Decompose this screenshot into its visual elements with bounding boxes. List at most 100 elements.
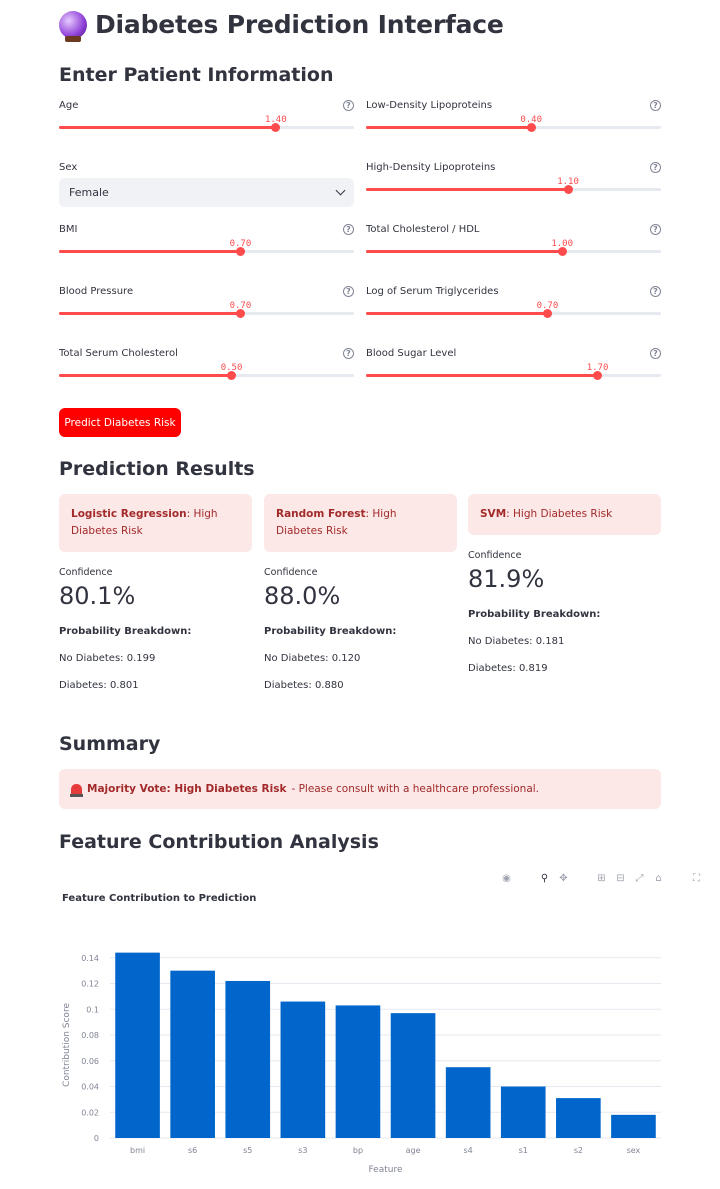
slider-fill	[366, 126, 532, 129]
slider-track[interactable]	[366, 371, 661, 380]
model-name: SVM	[480, 508, 507, 520]
slider-fill	[59, 312, 241, 315]
x-tick-label: bmi	[130, 1146, 145, 1155]
app-title: Diabetes Prediction Interface	[59, 10, 504, 42]
autoscale-icon[interactable]: ⤢	[633, 872, 646, 885]
help-icon[interactable]: ?	[343, 100, 354, 111]
slider-fill	[366, 188, 569, 191]
result-svm: SVM: High Diabetes Risk Confidence 81.9%…	[468, 494, 661, 674]
inputs-heading: Enter Patient Information	[59, 64, 334, 86]
slider-track[interactable]	[366, 247, 661, 256]
diabetes-prob: Diabetes: 0.801	[59, 680, 139, 691]
bar-s4	[445, 1067, 491, 1138]
summary-advice: - Please consult with a healthcare profe…	[291, 783, 540, 795]
x-axis-label: Feature	[368, 1165, 402, 1175]
features-heading: Feature Contribution Analysis	[59, 831, 379, 853]
bar-s3	[280, 1001, 326, 1138]
diabetes-prob: Diabetes: 0.819	[468, 663, 548, 674]
slider-fill	[366, 374, 598, 377]
results-heading: Prediction Results	[59, 458, 255, 480]
sex-label: Sex	[59, 162, 78, 173]
slider-value: 0.70	[229, 239, 252, 249]
sex-select-value: Female	[69, 186, 109, 199]
slider-value: 0.70	[536, 301, 559, 311]
help-icon[interactable]: ?	[343, 224, 354, 235]
zoom-icon[interactable]: ⚲	[538, 872, 551, 885]
slider-track[interactable]	[59, 371, 354, 380]
confidence-label: Confidence	[468, 550, 522, 561]
model-name: Logistic Regression	[71, 508, 187, 520]
x-tick-label: s2	[574, 1146, 583, 1155]
slider-label: Low-Density Lipoproteins	[366, 100, 493, 111]
help-icon[interactable]: ?	[343, 286, 354, 297]
bar-sex	[611, 1114, 656, 1138]
slider-value: 1.10	[557, 177, 579, 187]
sex-select-block: Sex Female	[59, 162, 354, 207]
help-icon[interactable]: ?	[650, 162, 661, 173]
y-tick-label: 0.04	[81, 1083, 99, 1092]
bar-bp	[335, 1005, 381, 1138]
slider-tch: Total Cholesterol / HDL? 1.00	[366, 224, 661, 274]
predict-button[interactable]: Predict Diabetes Risk	[59, 408, 181, 437]
result-alert: Logistic Regression: High Diabetes Risk	[59, 494, 252, 552]
camera-icon[interactable]: ◉	[500, 872, 513, 885]
zoom-out-icon[interactable]: ⊟	[614, 872, 627, 885]
slider-ldl: Low-Density Lipoproteins? 0.40	[366, 100, 661, 150]
slider-label: Blood Pressure	[59, 286, 134, 297]
no-diabetes-prob: No Diabetes: 0.120	[264, 653, 361, 664]
bar-bmi	[115, 952, 160, 1138]
slider-fill	[59, 374, 232, 377]
slider-fill	[366, 312, 548, 315]
slider-value: 0.70	[229, 301, 252, 311]
x-tick-label: s3	[298, 1146, 307, 1155]
x-tick-label: age	[406, 1146, 421, 1155]
home-icon[interactable]: ⌂	[652, 872, 665, 885]
confidence-value: 81.9%	[468, 565, 545, 593]
slider-track[interactable]	[59, 123, 354, 132]
pan-icon[interactable]: ✥	[557, 872, 570, 885]
slider-label: Total Cholesterol / HDL	[366, 224, 480, 235]
confidence-value: 80.1%	[59, 582, 136, 610]
confidence-label: Confidence	[264, 567, 318, 578]
help-icon[interactable]: ?	[650, 224, 661, 235]
slider-value: 1.70	[586, 363, 609, 373]
slider-label: Age	[59, 100, 79, 111]
slider-glu: Blood Sugar Level? 1.70	[366, 348, 661, 398]
y-tick-label: 0.08	[81, 1031, 99, 1040]
diabetes-prob: Diabetes: 0.880	[264, 680, 344, 691]
bar-s1	[500, 1086, 546, 1138]
breakdown-title: Probability Breakdown:	[468, 609, 601, 620]
y-tick-label: 0.14	[81, 954, 99, 963]
result-logistic-regression: Logistic Regression: High Diabetes Risk …	[59, 494, 252, 691]
y-tick-label: 0	[94, 1134, 99, 1143]
sex-select[interactable]: Female	[59, 178, 354, 207]
x-tick-label: bp	[353, 1146, 363, 1155]
slider-bmi: BMI? 0.70	[59, 224, 354, 274]
confidence-label: Confidence	[59, 567, 113, 578]
slider-value: 0.50	[220, 363, 243, 373]
model-verdict: : High Diabetes Risk	[506, 508, 613, 520]
slider-fill	[59, 126, 276, 129]
help-icon[interactable]: ?	[343, 348, 354, 359]
slider-track[interactable]	[366, 309, 661, 318]
slider-track[interactable]	[59, 309, 354, 318]
no-diabetes-prob: No Diabetes: 0.181	[468, 636, 565, 647]
slider-track[interactable]	[366, 185, 661, 194]
help-icon[interactable]: ?	[650, 286, 661, 297]
slider-age: Age? 1.40	[59, 100, 354, 150]
slider-value: 1.00	[551, 239, 574, 249]
slider-label: High-Density Lipoproteins	[366, 162, 496, 173]
slider-track[interactable]	[59, 247, 354, 256]
help-icon[interactable]: ?	[650, 348, 661, 359]
summary-verdict: Majority Vote: High Diabetes Risk	[87, 783, 287, 795]
chevron-down-icon	[335, 185, 346, 196]
slider-value: 1.40	[264, 115, 287, 125]
slider-track[interactable]	[366, 123, 661, 132]
help-icon[interactable]: ?	[650, 100, 661, 111]
fullscreen-icon[interactable]: ⛶	[690, 872, 703, 885]
zoom-in-icon[interactable]: ⊞	[595, 872, 608, 885]
chart-toolbar: ◉ ⚲ ✥ ⊞ ⊟ ⤢ ⌂ ⛶	[500, 872, 703, 885]
x-tick-label: s5	[243, 1146, 252, 1155]
